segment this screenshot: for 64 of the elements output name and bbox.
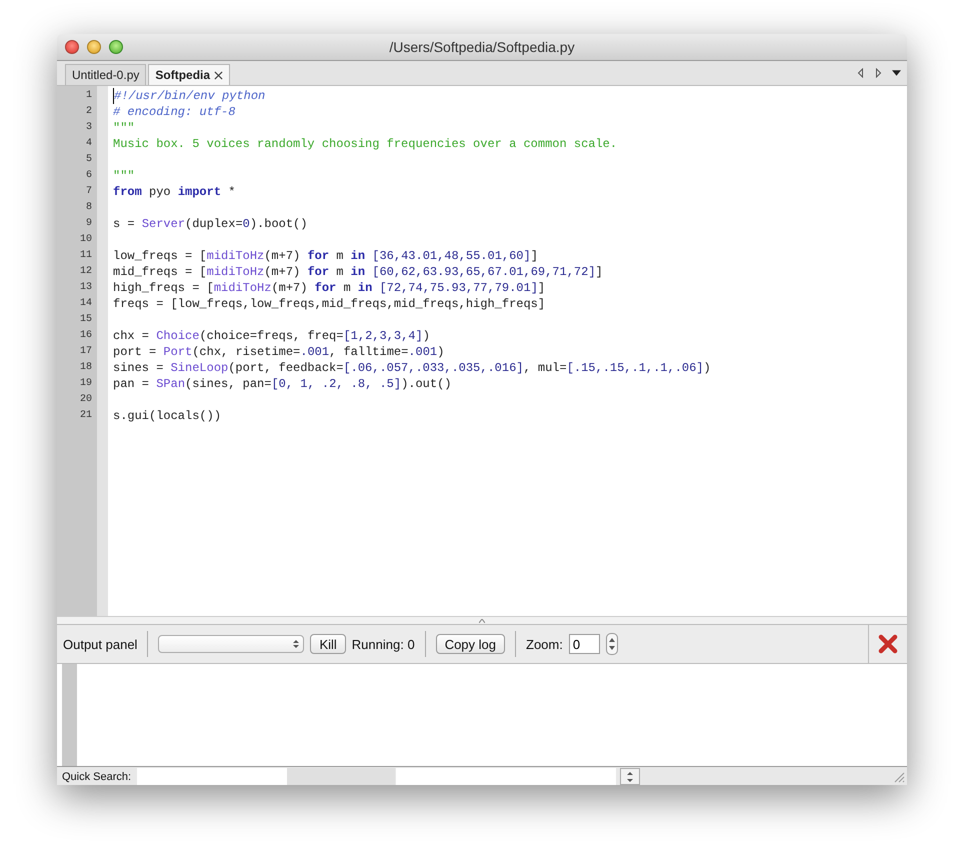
code-line: #!/usr/bin/env python bbox=[113, 88, 266, 104]
line-number: 2 bbox=[84, 105, 93, 119]
up-down-arrows-icon bbox=[293, 639, 300, 649]
tab[interactable]: Softpedia bbox=[148, 64, 230, 85]
line-number: 21 bbox=[78, 409, 93, 423]
code-line: freqs = [low_freqs,low_freqs,mid_freqs,mid_freqs,high_freqs] bbox=[113, 296, 546, 312]
code-line: """ bbox=[113, 120, 135, 136]
line-number: 9 bbox=[84, 217, 93, 231]
zoom-label: Zoom: bbox=[526, 636, 563, 652]
line-number: 14 bbox=[78, 297, 93, 311]
copy-log-button[interactable]: Copy log bbox=[436, 634, 505, 654]
line-number: 10 bbox=[78, 233, 93, 247]
window-title: /Users/Softpedia/Softpedia.py bbox=[389, 39, 575, 55]
line-number: 1 bbox=[84, 89, 93, 103]
code-line: # encoding: utf-8 bbox=[113, 104, 236, 120]
line-number: 19 bbox=[78, 377, 93, 391]
line-number: 8 bbox=[84, 201, 93, 215]
zoom-stepper[interactable] bbox=[606, 633, 618, 655]
up-down-arrows-icon bbox=[608, 637, 615, 651]
line-number: 12 bbox=[78, 265, 93, 279]
code-line: mid_freqs = [midiToHz(m+7) for m in [60,62,63.93,65,67.01,69,71,72]] bbox=[113, 264, 603, 280]
line-number: 15 bbox=[78, 313, 93, 327]
line-number: 6 bbox=[84, 169, 93, 183]
close-icon[interactable] bbox=[214, 70, 224, 80]
line-number: 5 bbox=[84, 153, 93, 167]
panel-label: Output panel bbox=[63, 636, 138, 652]
dropdown-icon[interactable] bbox=[892, 68, 901, 78]
code-line: s.gui(locals()) bbox=[113, 408, 222, 424]
code-line: sines = SineLoop(port, feedback=[.06,.057,.033,.035,.016], mul=[.15,.15,.1,.1,.06]) bbox=[113, 360, 711, 376]
line-number: 11 bbox=[78, 249, 93, 263]
running-count: Running: 0 bbox=[352, 636, 415, 652]
code-line: low_freqs = [midiToHz(m+7) for m in [36,43.01,48,55.01,60]] bbox=[113, 248, 538, 264]
line-number: 18 bbox=[78, 361, 93, 375]
code-line: pan = SPan(sines, pan=[0, 1, .2, .8, .5]).out() bbox=[113, 376, 452, 392]
close-button[interactable] bbox=[65, 40, 79, 54]
close-icon[interactable] bbox=[878, 634, 898, 654]
search-stepper[interactable] bbox=[620, 768, 640, 785]
left-arrow-icon[interactable] bbox=[856, 68, 865, 78]
line-number: 13 bbox=[78, 281, 93, 295]
quick-search-field[interactable] bbox=[137, 768, 288, 785]
code-line: chx = Choice(choice=freqs, freq=[1,2,3,3,4]) bbox=[113, 328, 430, 344]
line-number: 17 bbox=[78, 345, 93, 359]
resize-grip-icon[interactable] bbox=[893, 770, 905, 782]
splitter-handle-icon[interactable] bbox=[479, 618, 485, 622]
code-line: from pyo import * bbox=[113, 184, 236, 200]
line-number: 3 bbox=[84, 121, 93, 135]
line-number: 4 bbox=[84, 137, 93, 151]
code-line: Music box. 5 voices randomly choosing frequencies over a common scale. bbox=[113, 136, 618, 152]
up-down-arrows-icon bbox=[627, 770, 634, 782]
line-number: 16 bbox=[78, 329, 93, 343]
zoom-button[interactable] bbox=[109, 40, 123, 54]
line-number: 20 bbox=[78, 393, 93, 407]
replace-field[interactable] bbox=[396, 768, 616, 785]
code-line: s = Server(duplex=0).boot() bbox=[113, 216, 308, 232]
code-line: high_freqs = [midiToHz(m+7) for m in [72,74,75.93,77,79.01]] bbox=[113, 280, 546, 296]
tab[interactable]: Untitled-0.py bbox=[65, 64, 146, 85]
right-arrow-icon[interactable] bbox=[874, 68, 883, 78]
code-line: port = Port(chx, risetime=.001, falltime=.001) bbox=[113, 344, 444, 360]
kill-button[interactable]: Kill bbox=[310, 634, 346, 654]
zoom-field[interactable]: 0 bbox=[568, 634, 600, 654]
minimize-button[interactable] bbox=[87, 40, 101, 54]
code-line: """ bbox=[113, 168, 135, 184]
quick-search-label: Quick Search: bbox=[61, 770, 132, 782]
line-number: 7 bbox=[84, 185, 93, 199]
